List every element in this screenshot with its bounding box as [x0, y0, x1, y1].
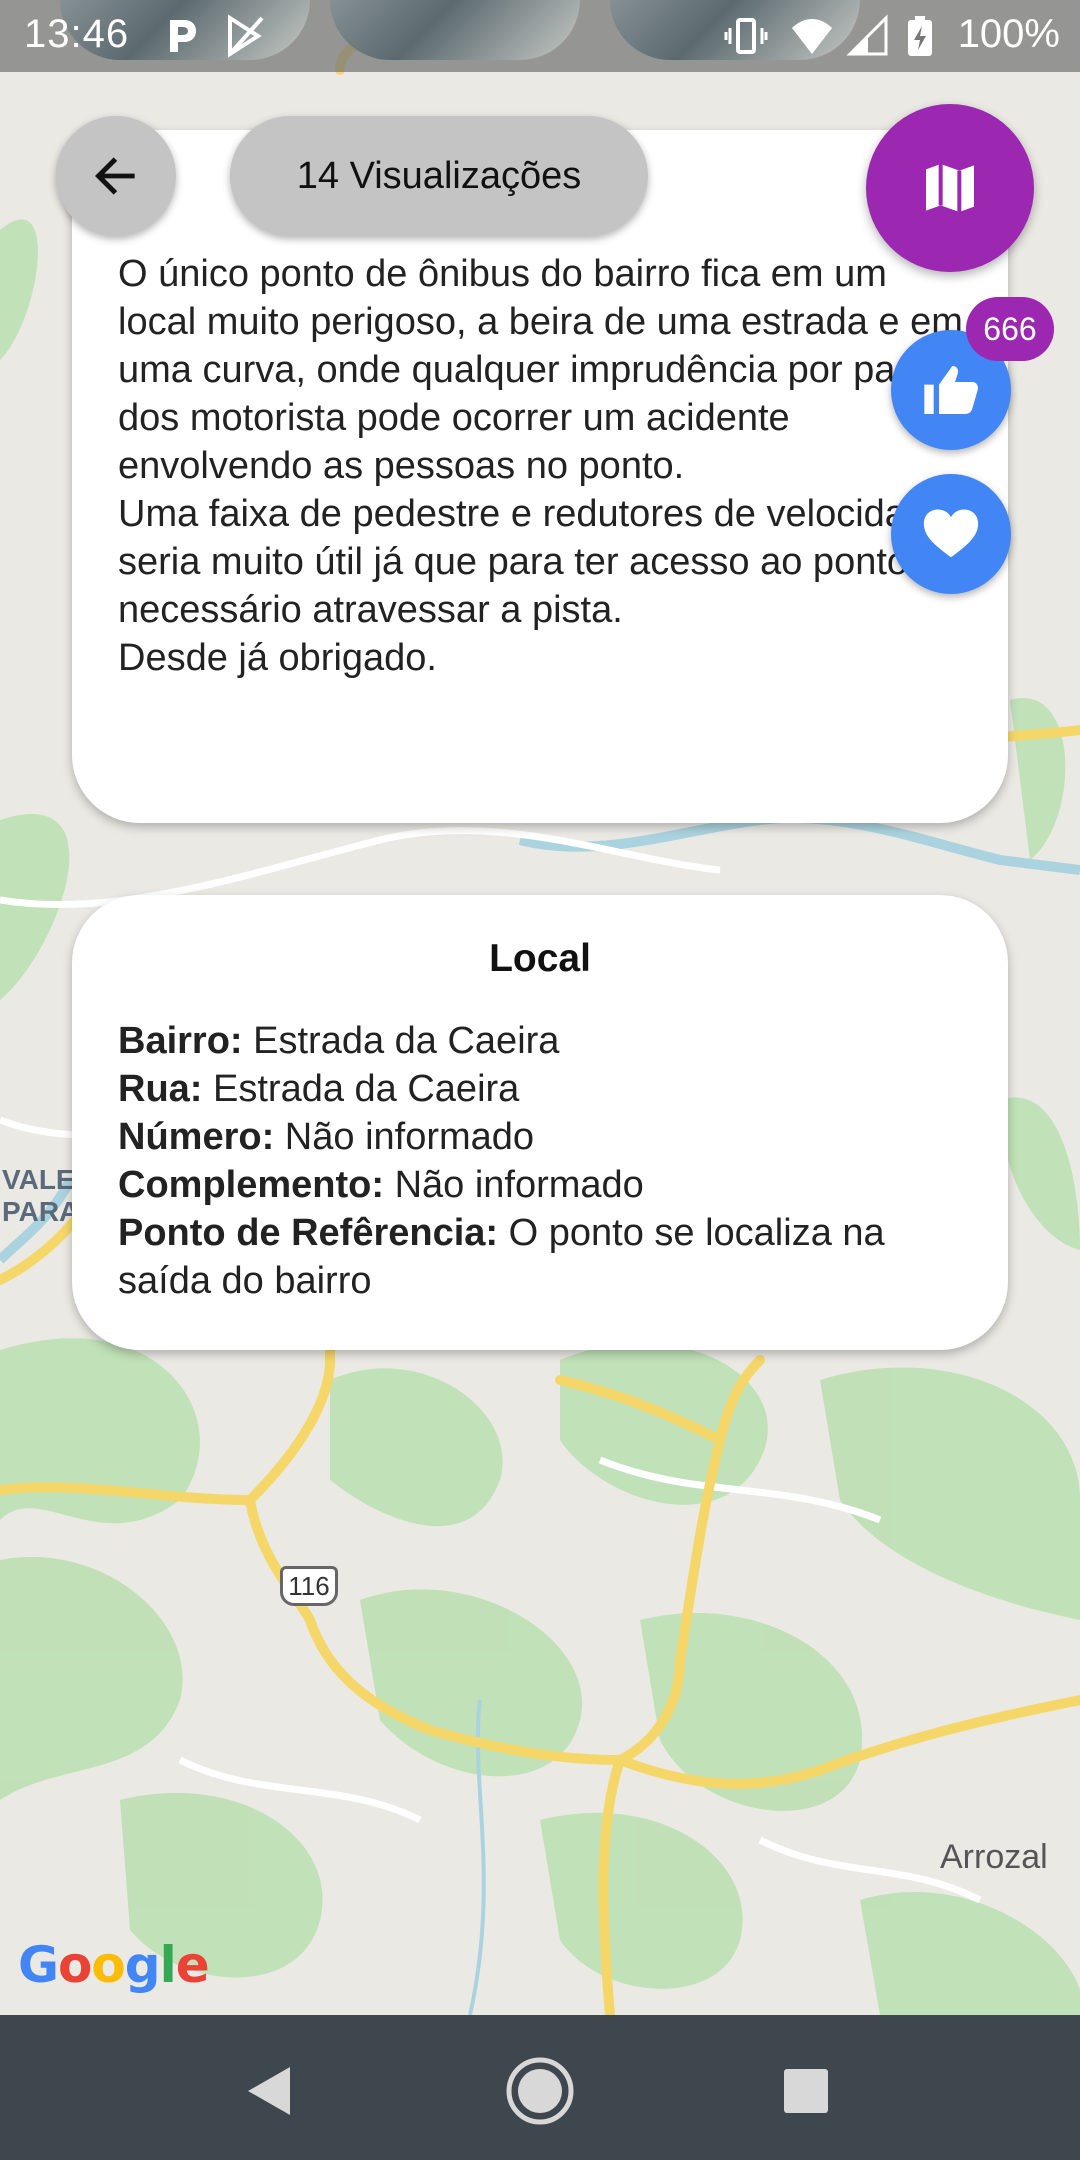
nav-home-button[interactable] — [500, 2051, 580, 2131]
logo-letter: G — [18, 1936, 59, 1994]
wifi-icon — [792, 19, 832, 54]
triangle-back-icon — [248, 2067, 290, 2115]
field-label: Número: — [118, 1116, 275, 1158]
description-text: O único ponto de ônibus do bairro fica e… — [118, 253, 963, 679]
location-field-bairro: Bairro: Estrada da Caeira — [118, 1017, 978, 1065]
views-counter: 14 Visualizações — [230, 116, 648, 236]
status-time: 13:46 — [24, 12, 130, 56]
parking-icon — [170, 20, 196, 52]
nav-back-button[interactable] — [228, 2051, 308, 2131]
battery-percentage: 100% — [957, 12, 1060, 56]
vibrate-icon — [724, 18, 768, 54]
circle-home-icon — [506, 2057, 574, 2125]
field-label: Rua: — [118, 1068, 203, 1110]
notification-photo-middle — [330, 0, 580, 60]
logo-letter: g — [124, 1936, 161, 1994]
logo-letter: l — [159, 1936, 177, 1994]
field-label: Ponto de Refêrencia: — [118, 1212, 499, 1254]
google-logo: Google — [18, 1936, 210, 1994]
navigation-bar — [0, 2015, 1080, 2160]
logo-letter: e — [175, 1936, 210, 1994]
location-details: Bairro: Estrada da Caeira Rua: Estrada d… — [118, 1017, 978, 1305]
favorite-button[interactable] — [891, 474, 1011, 594]
route-shield: 116 — [280, 1566, 338, 1606]
nav-recents-button[interactable] — [766, 2051, 846, 2131]
location-field-rua: Rua: Estrada da Caeira — [118, 1065, 978, 1113]
location-card-title: Local — [489, 937, 591, 980]
location-field-complemento: Complemento: Não informado — [118, 1161, 978, 1209]
field-value: Não informado — [394, 1164, 644, 1206]
back-button[interactable] — [56, 116, 176, 236]
battery-charging-icon — [908, 16, 932, 56]
map-label-arrozal: Arrozal — [940, 1838, 1048, 1876]
map-button[interactable] — [866, 104, 1034, 272]
play-store-icon — [228, 14, 264, 58]
map-label-vale-line1: VALE — [2, 1164, 75, 1195]
map-label-vale: VALE PARA — [2, 1164, 79, 1228]
map-icon — [926, 164, 974, 212]
field-label: Complemento: — [118, 1164, 384, 1206]
thumb-up-icon — [924, 366, 979, 414]
map-label-vale-line2: PARA — [2, 1196, 80, 1227]
location-field-numero: Número: Não informado — [118, 1113, 978, 1161]
field-label: Bairro: — [118, 1020, 243, 1062]
signal-icon — [846, 14, 888, 56]
location-card: Local Bairro: Estrada da Caeira Rua: Est… — [72, 895, 1008, 1350]
location-field-referencia: Ponto de Refêrencia: O ponto se localiza… — [118, 1209, 978, 1305]
status-bar: 13:46 100% — [0, 0, 1080, 72]
logo-letter: o — [91, 1936, 125, 1994]
field-value: Não informado — [284, 1116, 535, 1158]
square-recents-icon — [784, 2069, 828, 2113]
arrow-back-icon — [95, 157, 135, 195]
like-count-badge: 666 — [966, 297, 1054, 361]
field-value: Estrada da Caeira — [253, 1020, 560, 1062]
logo-letter: o — [58, 1936, 92, 1994]
heart-icon — [923, 509, 979, 558]
field-value: Estrada da Caeira — [213, 1068, 520, 1110]
